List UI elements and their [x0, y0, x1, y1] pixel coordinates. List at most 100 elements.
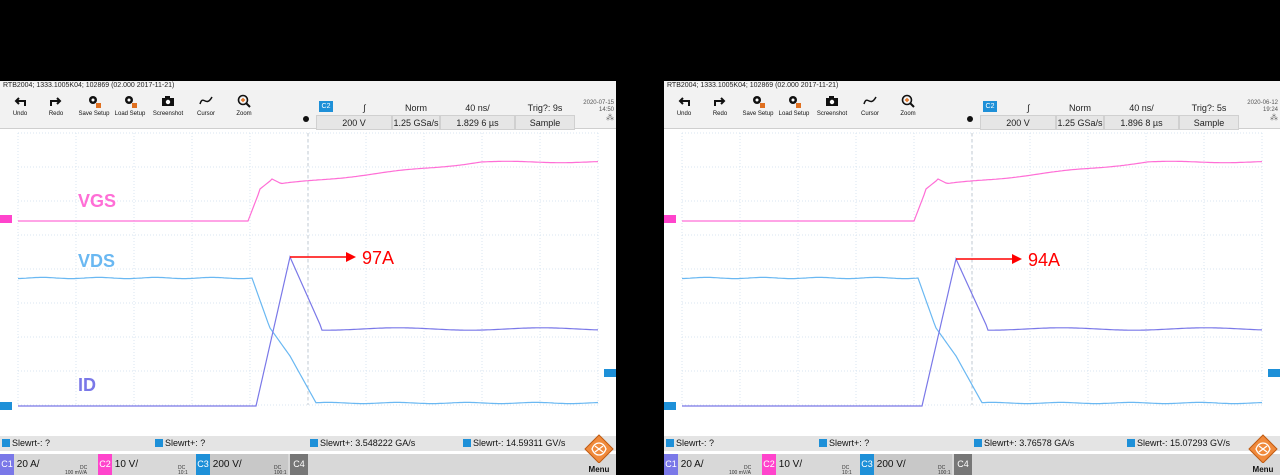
- ch2-level-marker: [664, 215, 676, 223]
- measurement-4[interactable]: Slewrt-: 14.59311 GV/s: [463, 436, 565, 451]
- measurement-2[interactable]: Slewrt+: ?: [155, 436, 205, 451]
- save-setup-button[interactable]: Save Setup: [740, 92, 776, 126]
- zoom-button[interactable]: Zoom: [890, 92, 926, 126]
- trigger-slope[interactable]: ∫: [1001, 100, 1056, 115]
- channel-1-setting[interactable]: C1 20 A/100 mV/A DC: [0, 454, 96, 475]
- menu-button[interactable]: Menu: [582, 433, 616, 475]
- screenshot-button[interactable]: Screenshot: [150, 92, 186, 126]
- measurement-3[interactable]: Slewrt+: 3.548222 GA/s: [310, 436, 415, 451]
- measurement-1[interactable]: Slewrt-: ?: [2, 436, 50, 451]
- zoom-button[interactable]: Zoom: [226, 92, 262, 126]
- cursor-icon: [863, 96, 877, 105]
- screenshot-label: Screenshot: [152, 111, 184, 117]
- load-setup-icon: [789, 96, 801, 108]
- channel-bar: C1 20 A/100 mV/A DC C2 10 V/10:1 DC C3 200…: [664, 454, 1280, 475]
- ch2-level-marker: [0, 215, 12, 223]
- zoom-icon: [901, 94, 915, 108]
- measurement-3-text: Slewrt+: 3.548222 GA/s: [320, 438, 416, 448]
- load-setup-label: Load Setup: [778, 111, 810, 117]
- timebase-scale[interactable]: 40 ns/: [1104, 100, 1179, 115]
- channel-1-coupling: DC: [80, 465, 88, 471]
- oscilloscope-screenshot-right: RTB2004; 1333.1005K04; 102869 (02.000 20…: [664, 81, 1280, 475]
- channel-1-setting[interactable]: C1 20 A/100 mV/A DC: [664, 454, 760, 475]
- trigger-source-badge[interactable]: C2: [983, 101, 997, 112]
- ch1-marker-icon: [2, 439, 10, 447]
- measurement-2-text: Slewrt+: ?: [829, 438, 870, 448]
- time-position[interactable]: 1.829 6 µs: [440, 115, 515, 130]
- sample-rate[interactable]: 1.25 GSa/s: [1056, 115, 1104, 130]
- channel-3-setting[interactable]: C3 200 V/100:1 DC: [196, 454, 288, 475]
- channel-2-setting[interactable]: C2 10 V/10:1 DC: [98, 454, 194, 475]
- measurement-1-text: Slewrt-: ?: [12, 438, 51, 448]
- channel-4-label: C4: [954, 454, 972, 475]
- undo-icon: [14, 97, 26, 106]
- ch1-marker-icon: [974, 439, 982, 447]
- trigger-level[interactable]: 200 V: [316, 115, 392, 130]
- channel-2-coupling: DC: [178, 465, 186, 471]
- save-setup-label: Save Setup: [78, 111, 110, 117]
- redo-label: Redo: [712, 111, 728, 117]
- channel-4-setting[interactable]: C4: [954, 454, 974, 475]
- cursor-button[interactable]: Cursor: [188, 92, 224, 126]
- cursor-label: Cursor: [196, 111, 215, 117]
- time-position[interactable]: 1.896 8 µs: [1104, 115, 1179, 130]
- date-text: 2020-07-15: [583, 100, 614, 106]
- channel-2-setting[interactable]: C2 10 V/10:1 DC: [762, 454, 858, 475]
- channel-2-scale: 10 V/: [778, 459, 803, 470]
- measurement-4-text: Slewrt-: 15.07293 GV/s: [1137, 438, 1231, 448]
- date-time: 2020-06-12 19:24 ⁂: [1247, 100, 1278, 122]
- ch1-marker-icon: [1127, 439, 1135, 447]
- cursor-icon: [199, 96, 213, 105]
- trigger-slope[interactable]: ∫: [337, 100, 392, 115]
- window-title: RTB2004; 1333.1005K04; 102869 (02.000 20…: [0, 81, 616, 90]
- waveform-plot: 97A VGS VDS ID: [0, 132, 616, 410]
- undo-button[interactable]: Undo: [2, 92, 38, 126]
- trigger-mode[interactable]: Norm: [392, 100, 440, 115]
- channel-3-coupling: DC: [938, 465, 946, 471]
- redo-label: Redo: [48, 111, 64, 117]
- save-setup-icon: [89, 96, 101, 108]
- redo-icon: [714, 97, 726, 106]
- peak-current-label: 94A: [1028, 250, 1060, 270]
- trigger-status[interactable]: Trig?: 9s: [515, 100, 575, 115]
- screenshot-button[interactable]: Screenshot: [814, 92, 850, 126]
- menu-icon: [584, 434, 614, 464]
- channel-3-setting[interactable]: C3 200 V/100:1 DC: [860, 454, 952, 475]
- trigger-source-badge[interactable]: C2: [319, 101, 333, 112]
- measurement-4-text: Slewrt-: 14.59311 GV/s: [473, 438, 566, 448]
- save-setup-button[interactable]: Save Setup: [76, 92, 112, 126]
- undo-icon: [678, 97, 690, 106]
- undo-button[interactable]: Undo: [666, 92, 702, 126]
- load-setup-button[interactable]: Load Setup: [776, 92, 812, 126]
- channel-4-setting[interactable]: C4: [290, 454, 310, 475]
- timebase-scale[interactable]: 40 ns/: [440, 100, 515, 115]
- waveform-display[interactable]: 97A VGS VDS ID: [0, 129, 616, 429]
- trigger-level[interactable]: 200 V: [980, 115, 1056, 130]
- redo-button[interactable]: Redo: [38, 92, 74, 126]
- toolbar: Undo Redo Save Setup Load Setup Screensh…: [664, 90, 1280, 130]
- measurement-1[interactable]: Slewrt-: ?: [666, 436, 714, 451]
- menu-button[interactable]: Menu: [1246, 433, 1280, 475]
- trigger-mode[interactable]: Norm: [1056, 100, 1104, 115]
- save-setup-label: Save Setup: [742, 111, 774, 117]
- screenshot-label: Screenshot: [816, 111, 848, 117]
- date-time: 2020-07-15 14:50 ⁂: [583, 100, 614, 122]
- channel-3-scale: 200 V/: [876, 459, 906, 470]
- menu-label: Menu: [588, 465, 610, 474]
- load-setup-button[interactable]: Load Setup: [112, 92, 148, 126]
- measurement-4[interactable]: Slewrt-: 15.07293 GV/s: [1127, 436, 1230, 451]
- measurement-3[interactable]: Slewrt+: 3.76578 GA/s: [974, 436, 1074, 451]
- sample-rate[interactable]: 1.25 GSa/s: [392, 115, 440, 130]
- acquisition-mode[interactable]: Sample: [1179, 115, 1239, 130]
- zoom-icon: [237, 94, 251, 108]
- measurement-2[interactable]: Slewrt+: ?: [819, 436, 869, 451]
- waveform-display[interactable]: 94A: [664, 129, 1280, 429]
- redo-button[interactable]: Redo: [702, 92, 738, 126]
- trigger-status[interactable]: Trig?: 5s: [1179, 100, 1239, 115]
- acquisition-mode[interactable]: Sample: [515, 115, 575, 130]
- peak-arrow-head-icon: [346, 252, 356, 262]
- trigger-level-marker: [604, 369, 616, 377]
- peak-arrow-head-icon: [1012, 254, 1022, 264]
- cursor-button[interactable]: Cursor: [852, 92, 888, 126]
- date-text: 2020-06-12: [1247, 100, 1278, 106]
